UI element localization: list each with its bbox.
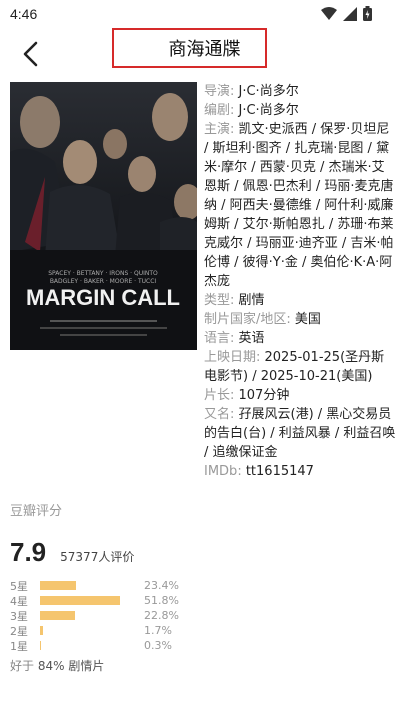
poster-image: SPACEY · BETTANY · IRONS · QUINTO BADGLE… <box>10 82 197 350</box>
bar-track <box>40 596 140 605</box>
star-label: 4星 <box>10 594 28 608</box>
rating-title: 豆瓣评分 <box>10 504 63 519</box>
director-label: 导演: <box>204 84 239 99</box>
star-row-5: 5星 23.4% <box>10 578 390 593</box>
imdb-label: IMDb: <box>204 464 246 479</box>
status-icons <box>321 6 372 21</box>
better-prefix: 好于 <box>10 659 35 673</box>
writer-label: 编剧: <box>204 103 239 118</box>
writer-row: 编剧: J·C·尚多尔 <box>204 101 396 120</box>
star-label: 1星 <box>10 639 28 653</box>
language-label: 语言: <box>204 331 239 346</box>
star-percent: 51.8% <box>144 594 179 607</box>
page-title: 商海通牒 <box>168 39 241 60</box>
star-row-1: 1星 0.3% <box>10 638 390 653</box>
cast-value: 凯文·史派西 / 保罗·贝坦尼 / 斯坦利·图齐 / 扎克瑞·昆图 / 黛米·摩… <box>204 122 394 289</box>
language-value: 英语 <box>238 331 265 346</box>
battery-icon <box>363 6 372 21</box>
bar-track <box>40 611 140 620</box>
rating-count: 57377人评价 <box>60 550 135 564</box>
aka-label: 又名: <box>204 407 239 422</box>
better-suffix: 剧情片 <box>68 659 105 673</box>
release-date-label: 上映日期: <box>204 350 265 365</box>
rating-score: 7.9 <box>10 537 47 567</box>
aka-row: 又名: 孖展风云(港) / 黑心交易员的告白(台) / 利益风暴 / 利益召唤 … <box>204 405 396 462</box>
imdb-value: tt1615147 <box>245 464 314 479</box>
chevron-left-icon <box>23 41 38 67</box>
runtime-row: 片长: 107分钟 <box>204 386 396 405</box>
bar-track <box>40 581 140 590</box>
country-label: 制片国家/地区: <box>204 312 295 327</box>
director-value: J·C·尚多尔 <box>238 84 299 99</box>
movie-poster[interactable]: SPACEY · BETTANY · IRONS · QUINTO BADGLE… <box>10 82 197 350</box>
star-row-2: 2星 1.7% <box>10 623 390 638</box>
star-percent: 23.4% <box>144 579 179 592</box>
star-row-3: 3星 22.8% <box>10 608 390 623</box>
status-bar: 4:46 <box>0 0 400 28</box>
rating-distribution: 5星 23.4% 4星 51.8% 3星 22.8% 2星 1.7% 1星 0.… <box>10 578 390 653</box>
genre-label: 类型: <box>204 293 239 308</box>
country-row: 制片国家/地区: 美国 <box>204 310 396 329</box>
status-time: 4:46 <box>10 6 38 22</box>
title-highlight: 商海通牒 <box>112 28 267 68</box>
director-row: 导演: J·C·尚多尔 <box>204 82 396 101</box>
bar-track <box>40 626 140 635</box>
star-label: 3星 <box>10 609 28 623</box>
svg-text:MARGIN CALL: MARGIN CALL <box>26 285 180 310</box>
imdb-row: IMDb: tt1615147 <box>204 462 396 481</box>
better-than: 好于 84% 剧情片 <box>10 657 390 674</box>
bar-fill <box>40 581 77 590</box>
signal-icon <box>343 6 357 21</box>
runtime-label: 片长: <box>204 388 239 403</box>
genre-row: 类型: 剧情 <box>204 291 396 310</box>
bar-fill <box>40 596 121 605</box>
wifi-icon <box>321 6 337 20</box>
bar-track <box>40 641 140 650</box>
language-row: 语言: 英语 <box>204 329 396 348</box>
rating-section: 豆瓣评分 7.9 57377人评价 5星 23.4% 4星 51.8% 3星 2… <box>10 500 390 674</box>
movie-info: 导演: J·C·尚多尔 编剧: J·C·尚多尔 主演: 凯文·史派西 / 保罗·… <box>204 82 396 481</box>
cast-label: 主演: <box>204 122 239 137</box>
svg-text:SPACEY · BETTANY · IRONS · QUI: SPACEY · BETTANY · IRONS · QUINTO <box>48 270 158 277</box>
release-date-row: 上映日期: 2025-01-25(圣丹斯电影节) / 2025-10-21(美国… <box>204 348 396 386</box>
writer-value: J·C·尚多尔 <box>238 103 299 118</box>
star-percent: 1.7% <box>144 624 172 637</box>
app-bar: 商海通牒 <box>0 28 400 78</box>
back-button[interactable] <box>14 38 46 70</box>
svg-text:BADGLEY · BAKER · MOORE · TUCC: BADGLEY · BAKER · MOORE · TUCCI <box>50 278 157 285</box>
bar-fill <box>40 641 41 650</box>
star-label: 2星 <box>10 624 28 638</box>
bar-fill <box>40 626 43 635</box>
star-row-4: 4星 51.8% <box>10 593 390 608</box>
star-label: 5星 <box>10 579 28 593</box>
cast-row: 主演: 凯文·史派西 / 保罗·贝坦尼 / 斯坦利·图齐 / 扎克瑞·昆图 / … <box>204 120 396 291</box>
genre-value: 剧情 <box>238 293 265 308</box>
star-percent: 0.3% <box>144 639 172 652</box>
bar-fill <box>40 611 76 620</box>
star-percent: 22.8% <box>144 609 179 622</box>
better-value: 84% <box>37 659 65 673</box>
score-line: 7.9 57377人评价 <box>10 537 390 568</box>
country-value: 美国 <box>294 312 321 327</box>
runtime-value: 107分钟 <box>238 388 290 403</box>
